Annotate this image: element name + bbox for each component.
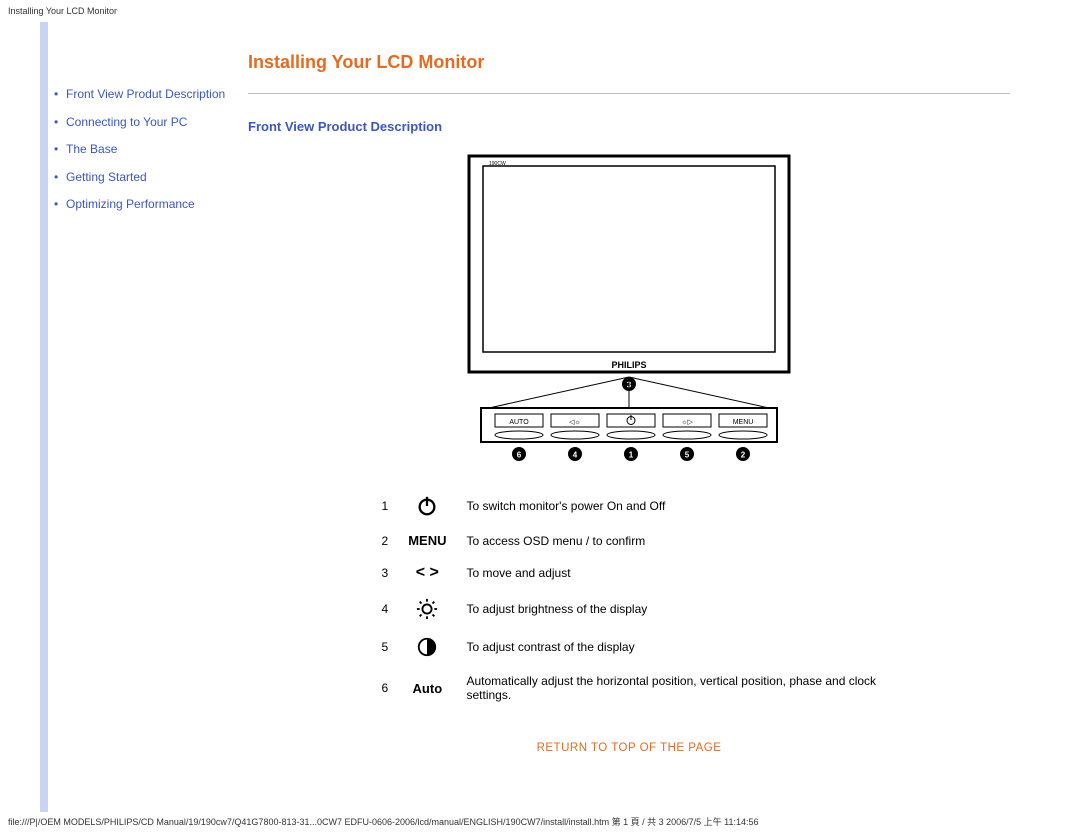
- feature-desc: To switch monitor's power On and Off: [456, 487, 886, 525]
- sidebar-item-front-view[interactable]: Front View Produt Description: [66, 87, 225, 101]
- contrast-icon: [398, 628, 456, 666]
- page-title: Installing Your LCD Monitor: [248, 52, 1010, 73]
- table-row: 4 To adjust brightness of the display: [372, 590, 887, 628]
- feature-desc: To adjust brightness of the display: [456, 590, 886, 628]
- monitor-diagram: 190CW PHILIPS AUTO ◁☼: [248, 152, 1010, 462]
- left-accent-bar: [40, 22, 48, 812]
- sidebar-item-base[interactable]: The Base: [66, 142, 117, 156]
- menu-icon: MENU: [398, 525, 456, 556]
- main-content: Installing Your LCD Monitor Front View P…: [248, 22, 1060, 812]
- svg-text:6: 6: [517, 451, 522, 460]
- svg-text:AUTO: AUTO: [509, 419, 529, 426]
- power-icon: [398, 487, 456, 525]
- table-row: 2 MENU To access OSD menu / to confirm: [372, 525, 887, 556]
- svg-text:4: 4: [573, 451, 578, 460]
- feature-num: 4: [372, 590, 399, 628]
- feature-desc: To access OSD menu / to confirm: [456, 525, 886, 556]
- auto-icon: Auto: [398, 666, 456, 710]
- sidebar-nav: Front View Produt Description Connecting…: [48, 22, 248, 812]
- feature-num: 2: [372, 525, 399, 556]
- feature-desc: To move and adjust: [456, 556, 886, 590]
- feature-desc: Automatically adjust the horizontal posi…: [456, 666, 886, 710]
- title-divider: [248, 93, 1010, 94]
- svg-text:1: 1: [629, 451, 634, 460]
- brand-text: PHILIPS: [611, 360, 646, 370]
- feature-num: 6: [372, 666, 399, 710]
- svg-text:2: 2: [741, 451, 746, 460]
- svg-text:5: 5: [685, 451, 690, 460]
- arrows-icon: < >: [398, 556, 456, 590]
- table-row: 6 Auto Automatically adjust the horizont…: [372, 666, 887, 710]
- sidebar-item-getting-started[interactable]: Getting Started: [66, 170, 147, 184]
- table-row: 1 To switch monitor's power On and Off: [372, 487, 887, 525]
- window-title: Installing Your LCD Monitor: [8, 6, 117, 16]
- page-container: Front View Produt Description Connecting…: [40, 22, 1060, 812]
- brightness-icon: [398, 590, 456, 628]
- section-heading: Front View Product Description: [248, 119, 1010, 134]
- feature-table: 1 To switch monitor's power On and Off 2…: [372, 487, 887, 710]
- sidebar-item-optimizing[interactable]: Optimizing Performance: [66, 197, 195, 211]
- feature-num: 1: [372, 487, 399, 525]
- return-to-top-link[interactable]: RETURN TO TOP OF THE PAGE: [537, 742, 722, 754]
- sidebar-item-connecting[interactable]: Connecting to Your PC: [66, 115, 187, 129]
- svg-text:◁☼: ◁☼: [569, 419, 581, 426]
- svg-text:☼▷: ☼▷: [681, 419, 693, 426]
- table-row: 5 To adjust contrast of the display: [372, 628, 887, 666]
- feature-desc: To adjust contrast of the display: [456, 628, 886, 666]
- brand-small-text: 190CW: [489, 161, 506, 167]
- table-row: 3 < > To move and adjust: [372, 556, 887, 590]
- feature-num: 3: [372, 556, 399, 590]
- status-bar-path: file:///P|/OEM MODELS/PHILIPS/CD Manual/…: [8, 815, 1072, 828]
- svg-text:MENU: MENU: [733, 419, 754, 426]
- feature-num: 5: [372, 628, 399, 666]
